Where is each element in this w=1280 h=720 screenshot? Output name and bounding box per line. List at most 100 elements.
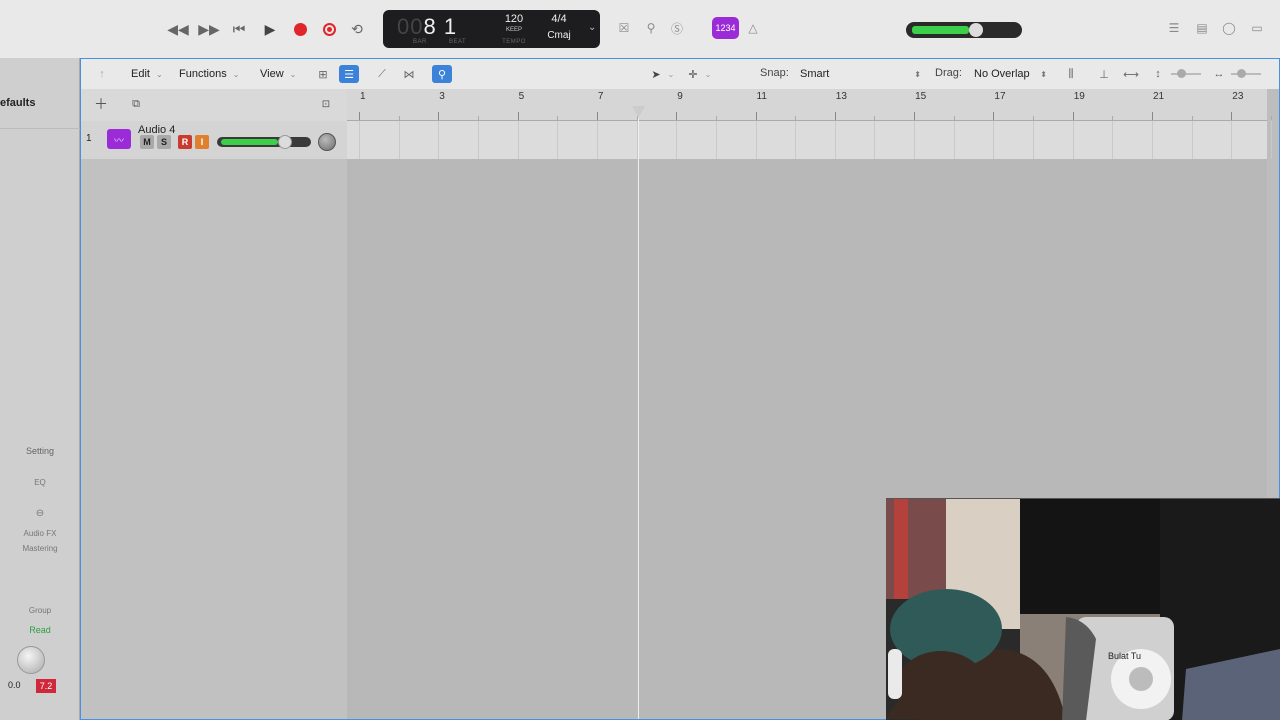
lane-grid-line [993, 121, 995, 159]
vertical-zoom-knob[interactable] [1177, 69, 1186, 78]
ruler-tick [517, 112, 519, 120]
waveform-zoom-icon[interactable]: ⫼ [1061, 65, 1081, 83]
view-menu[interactable]: View ⌄ [260, 64, 296, 84]
lane-grid-line [715, 121, 717, 159]
master-volume-knob[interactable] [969, 23, 984, 37]
ruler-label: 1 [360, 91, 366, 102]
list-view-icon[interactable]: ☰ [339, 65, 359, 83]
replace-icon[interactable]: ☒ [615, 19, 633, 37]
audio-fx-slot[interactable]: Mastering [0, 544, 80, 553]
fast-forward-button[interactable]: ▶▶ [198, 18, 220, 40]
vertical-zoom-slider[interactable] [1171, 73, 1201, 75]
pointer-tool-chevron-icon[interactable]: ⌄ [661, 65, 681, 83]
horizontal-zoom-knob[interactable] [1237, 69, 1246, 78]
ruler-tick [1072, 112, 1074, 120]
ruler-tick [438, 112, 440, 120]
horizontal-zoom-icon[interactable]: ↔ [1209, 65, 1229, 83]
ruler-tick-minor [557, 116, 559, 120]
snap-select[interactable]: Smart ⬍ [800, 66, 925, 82]
vertical-zoom-icon[interactable]: ↕ [1148, 65, 1168, 83]
lane-grid-line [1270, 121, 1272, 159]
play-button[interactable]: ▶ [259, 18, 281, 40]
peak-value[interactable]: 7.2 [36, 679, 56, 693]
cycle-button[interactable]: ⟲ [346, 18, 368, 40]
automation-icon[interactable]: ⟋ [372, 65, 392, 83]
duplicate-track-button[interactable]: ⧉ [127, 95, 145, 113]
ruler-tick-minor [477, 116, 479, 120]
horizontal-zoom-slider[interactable] [1231, 73, 1261, 75]
rewind-button[interactable]: ◀◀ [167, 18, 189, 40]
setting-button[interactable]: Setting [0, 446, 80, 456]
solo-label: S [160, 137, 167, 147]
track-header-audio-4[interactable]: 1 〰 Audio 4 M S R I [81, 121, 347, 159]
input-monitor-button[interactable]: I [195, 135, 209, 149]
add-track-button[interactable]: ＋ [92, 95, 110, 113]
crosshair-tool-chevron-icon[interactable]: ⌄ [698, 65, 718, 83]
webcam-image [886, 499, 1280, 720]
lcd-display[interactable]: 008 1 BAR BEAT 120 KEEP TEMPO 4/4 Cmaj ⌄ [383, 10, 600, 48]
catch-playhead-icon[interactable]: ⚲ [432, 65, 452, 83]
snap-label: Snap: [760, 67, 789, 79]
edit-menu[interactable]: Edit ⌄ [131, 64, 163, 84]
lane-grid-line [874, 121, 876, 159]
snap-value: Smart [800, 68, 830, 80]
track-volume-knob[interactable] [277, 135, 292, 149]
track-lane-audio-4[interactable] [347, 121, 1272, 159]
waveform-icon[interactable]: 〰 [107, 129, 131, 149]
ruler-label: 9 [677, 91, 683, 102]
functions-menu[interactable]: Functions ⌄ [179, 64, 239, 84]
view-chevron-down-icon: ⌄ [289, 69, 297, 79]
drag-select[interactable]: No Overlap ⬍ [974, 66, 1051, 82]
group-slot[interactable]: Group [0, 606, 80, 615]
bar-caption: BAR [413, 39, 427, 45]
global-tracks-icon: ⊡ [321, 98, 331, 110]
record-button[interactable] [289, 18, 311, 40]
playhead[interactable] [638, 107, 639, 719]
automation-mode-button[interactable]: Read [0, 625, 80, 635]
lane-grid-line [477, 121, 479, 159]
record-enable-button[interactable]: R [178, 135, 192, 149]
ruler-tick-minor [1112, 116, 1114, 120]
tracks-toolbar: ↑ Edit ⌄ Functions ⌄ View ⌄ ⊞ ☰ ⟋ ⋈ ⚲ ➤ ⌄ ✛… [81, 59, 1279, 89]
ruler-tick [914, 112, 916, 120]
bar-ruler[interactable]: 1 3 5 7 9 11 13 15 17 19 21 23 [347, 89, 1272, 121]
back-arrow-icon[interactable]: ↑ [92, 65, 112, 83]
control-bar: ◀◀ ▶▶ ⏮ ▶ ⟲ 008 1 BAR BEAT 120 KEEP TEMP… [0, 0, 1280, 58]
lane-grid-line [1152, 121, 1153, 159]
list-editors-icon[interactable]: ☰ [1165, 19, 1183, 37]
grid-view-icon[interactable]: ⊞ [313, 65, 333, 83]
lane-grid-line [438, 121, 440, 159]
mute-button[interactable]: M [140, 135, 154, 149]
eq-button[interactable]: EQ [0, 478, 80, 487]
pan-knob[interactable] [17, 646, 45, 674]
track-volume-slider[interactable] [217, 135, 311, 149]
lcd-menu-chevron-icon[interactable]: ⌄ [588, 22, 596, 33]
capture-record-button[interactable] [318, 18, 340, 40]
tuner-icon[interactable]: ⚲ [642, 19, 660, 37]
track-pan-knob[interactable] [318, 133, 336, 151]
flex-icon[interactable]: ⋈ [399, 65, 419, 83]
global-tracks-button[interactable]: ⊡ [317, 95, 335, 113]
track-list: ＋ ⧉ ⊡ 1 〰 Audio 4 M S R I [81, 89, 347, 719]
go-to-beginning-button[interactable]: ⏮ [228, 18, 250, 40]
count-in-button[interactable]: 1234 [712, 17, 739, 39]
link-icon[interactable]: ⊖ [0, 508, 80, 519]
metronome-icon[interactable]: △ [744, 19, 762, 37]
solo-button[interactable]: S [157, 135, 171, 149]
capture-record-icon [322, 22, 336, 36]
time-signature[interactable]: 4/4 [543, 13, 575, 25]
region-defaults-label[interactable]: efaults [0, 97, 35, 109]
loop-browser-icon[interactable]: ◯ [1220, 19, 1238, 37]
ruler-tick [993, 112, 995, 120]
fx-slot-label: Mastering [22, 544, 58, 553]
volume-value[interactable]: 0.0 [8, 680, 21, 690]
drag-updown-icon: ⬍ [1040, 69, 1047, 79]
vertical-fit-icon[interactable]: ⊥ [1094, 65, 1114, 83]
horizontal-fit-icon[interactable]: ⟷ [1121, 65, 1141, 83]
solo-mode-icon[interactable]: Ⓢ [668, 19, 686, 37]
tempo-value[interactable]: 120 [499, 13, 529, 25]
browsers-icon[interactable]: ▭ [1248, 19, 1266, 37]
note-pad-icon[interactable]: ▤ [1193, 19, 1211, 37]
key-signature[interactable]: Cmaj [543, 30, 575, 41]
master-volume-slider[interactable] [906, 22, 1022, 38]
